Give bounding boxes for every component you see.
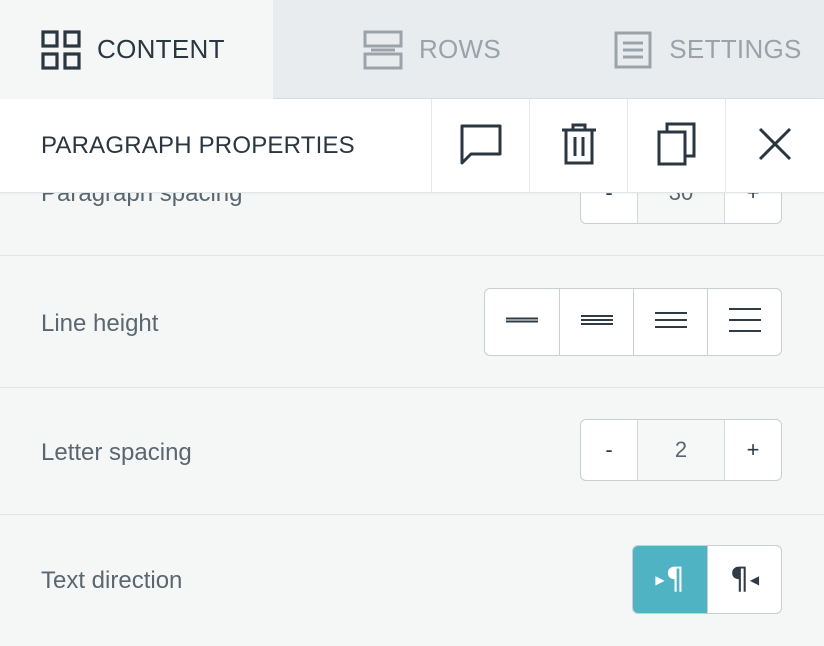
comment-button[interactable] [431, 99, 529, 193]
letter-spacing-value[interactable]: 2 [637, 420, 725, 480]
tab-content-label: CONTENT [97, 34, 225, 64]
grid-icon [41, 29, 81, 70]
line-height-4-icon [728, 306, 762, 339]
line-height-row: Line height [0, 256, 824, 388]
letter-spacing-increase[interactable]: + [725, 420, 781, 480]
line-height-options [484, 288, 782, 356]
letter-spacing-decrease[interactable]: - [581, 420, 637, 480]
line-height-option-3[interactable] [633, 289, 707, 355]
pilcrow-ltr-glyph: ¶ [665, 562, 685, 597]
rows-icon [363, 30, 403, 70]
delete-button[interactable] [529, 99, 627, 193]
ltr-marker-icon: ▶ [655, 572, 665, 587]
letter-spacing-stepper: - 2 + [580, 419, 782, 481]
text-direction-label: Text direction [41, 567, 183, 594]
close-icon [758, 127, 792, 166]
comment-icon [459, 122, 503, 171]
line-height-option-1[interactable] [485, 289, 559, 355]
line-height-option-4[interactable] [707, 289, 781, 355]
tab-settings[interactable]: SETTINGS [591, 0, 824, 99]
duplicate-icon [657, 122, 697, 171]
rtl-marker-icon: ◀ [749, 572, 760, 587]
duplicate-button[interactable] [627, 99, 725, 193]
line-height-label: Line height [41, 310, 159, 337]
line-height-2-icon [580, 310, 614, 335]
tab-settings-label: SETTINGS [669, 34, 802, 64]
tab-rows[interactable]: ROWS [273, 0, 591, 99]
panel-title: PARAGRAPH PROPERTIES [41, 131, 355, 159]
text-direction-row: Text direction ▶ ¶ ¶ ◀ [0, 515, 824, 646]
close-button[interactable] [725, 99, 824, 193]
tab-bar: CONTENT ROWS SETTINGS [0, 0, 824, 99]
tab-content[interactable]: CONTENT [0, 0, 273, 99]
text-direction-rtl-button[interactable]: ¶ ◀ [707, 546, 781, 613]
properties-header: PARAGRAPH PROPERTIES [0, 99, 824, 193]
tab-rows-label: ROWS [418, 34, 502, 64]
line-height-3-icon [654, 308, 688, 337]
trash-icon [561, 123, 597, 170]
text-direction-options: ▶ ¶ ¶ ◀ [632, 545, 782, 614]
line-height-1-icon [505, 310, 539, 335]
letter-spacing-label: Letter spacing [41, 439, 192, 466]
text-direction-ltr-button[interactable]: ▶ ¶ [633, 546, 707, 613]
letter-spacing-row: Letter spacing - 2 + [0, 388, 824, 515]
pilcrow-rtl-glyph: ¶ [729, 562, 749, 597]
line-height-option-2[interactable] [559, 289, 633, 355]
settings-doc-icon [613, 30, 653, 70]
